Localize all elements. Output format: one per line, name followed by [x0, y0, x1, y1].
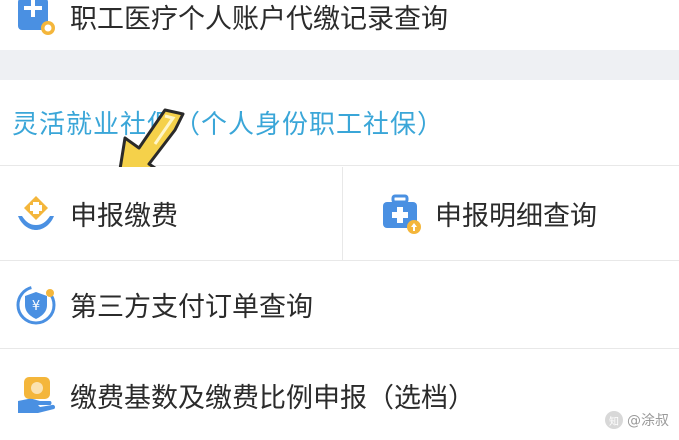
blue-hands-plus-icon: [18, 195, 54, 230]
declare-pay-label: 申报缴费: [70, 201, 178, 232]
declare-detail-item[interactable]: 申报明细查询: [343, 167, 679, 260]
declare-detail-label: 申报明细查询: [435, 201, 597, 232]
declare-pay-item[interactable]: 申报缴费: [0, 167, 343, 260]
watermark-text: @涂叔: [627, 413, 669, 429]
section-title: 灵活就业社保（个人身份职工社保）: [12, 110, 445, 140]
third-party-order-label: 第三方支付订单查询: [70, 292, 313, 323]
declare-row: 申报缴费 申报明细查询: [0, 167, 679, 261]
third-party-order-row[interactable]: ¥ 第三方支付订单查询: [0, 261, 679, 349]
medical-record-query-label: 职工医疗个人账户代缴记录查询: [70, 3, 448, 35]
base-ratio-label: 缴费基数及缴费比例申报（选档）: [70, 382, 475, 414]
svg-text:¥: ¥: [32, 299, 40, 314]
base-ratio-row[interactable]: 缴费基数及缴费比例申报（选档）: [0, 350, 679, 440]
shield-yuan-icon: ¥: [16, 285, 56, 324]
watermark: 知 @涂叔: [605, 410, 669, 430]
medical-record-query-row[interactable]: 职工医疗个人账户代缴记录查询: [0, 0, 679, 50]
hand-card-icon: [18, 377, 56, 413]
medical-record-search-icon: [18, 0, 55, 35]
section-divider: [0, 50, 679, 80]
zhihu-logo-icon: 知: [605, 411, 623, 429]
medical-kit-up-icon: [383, 194, 421, 234]
